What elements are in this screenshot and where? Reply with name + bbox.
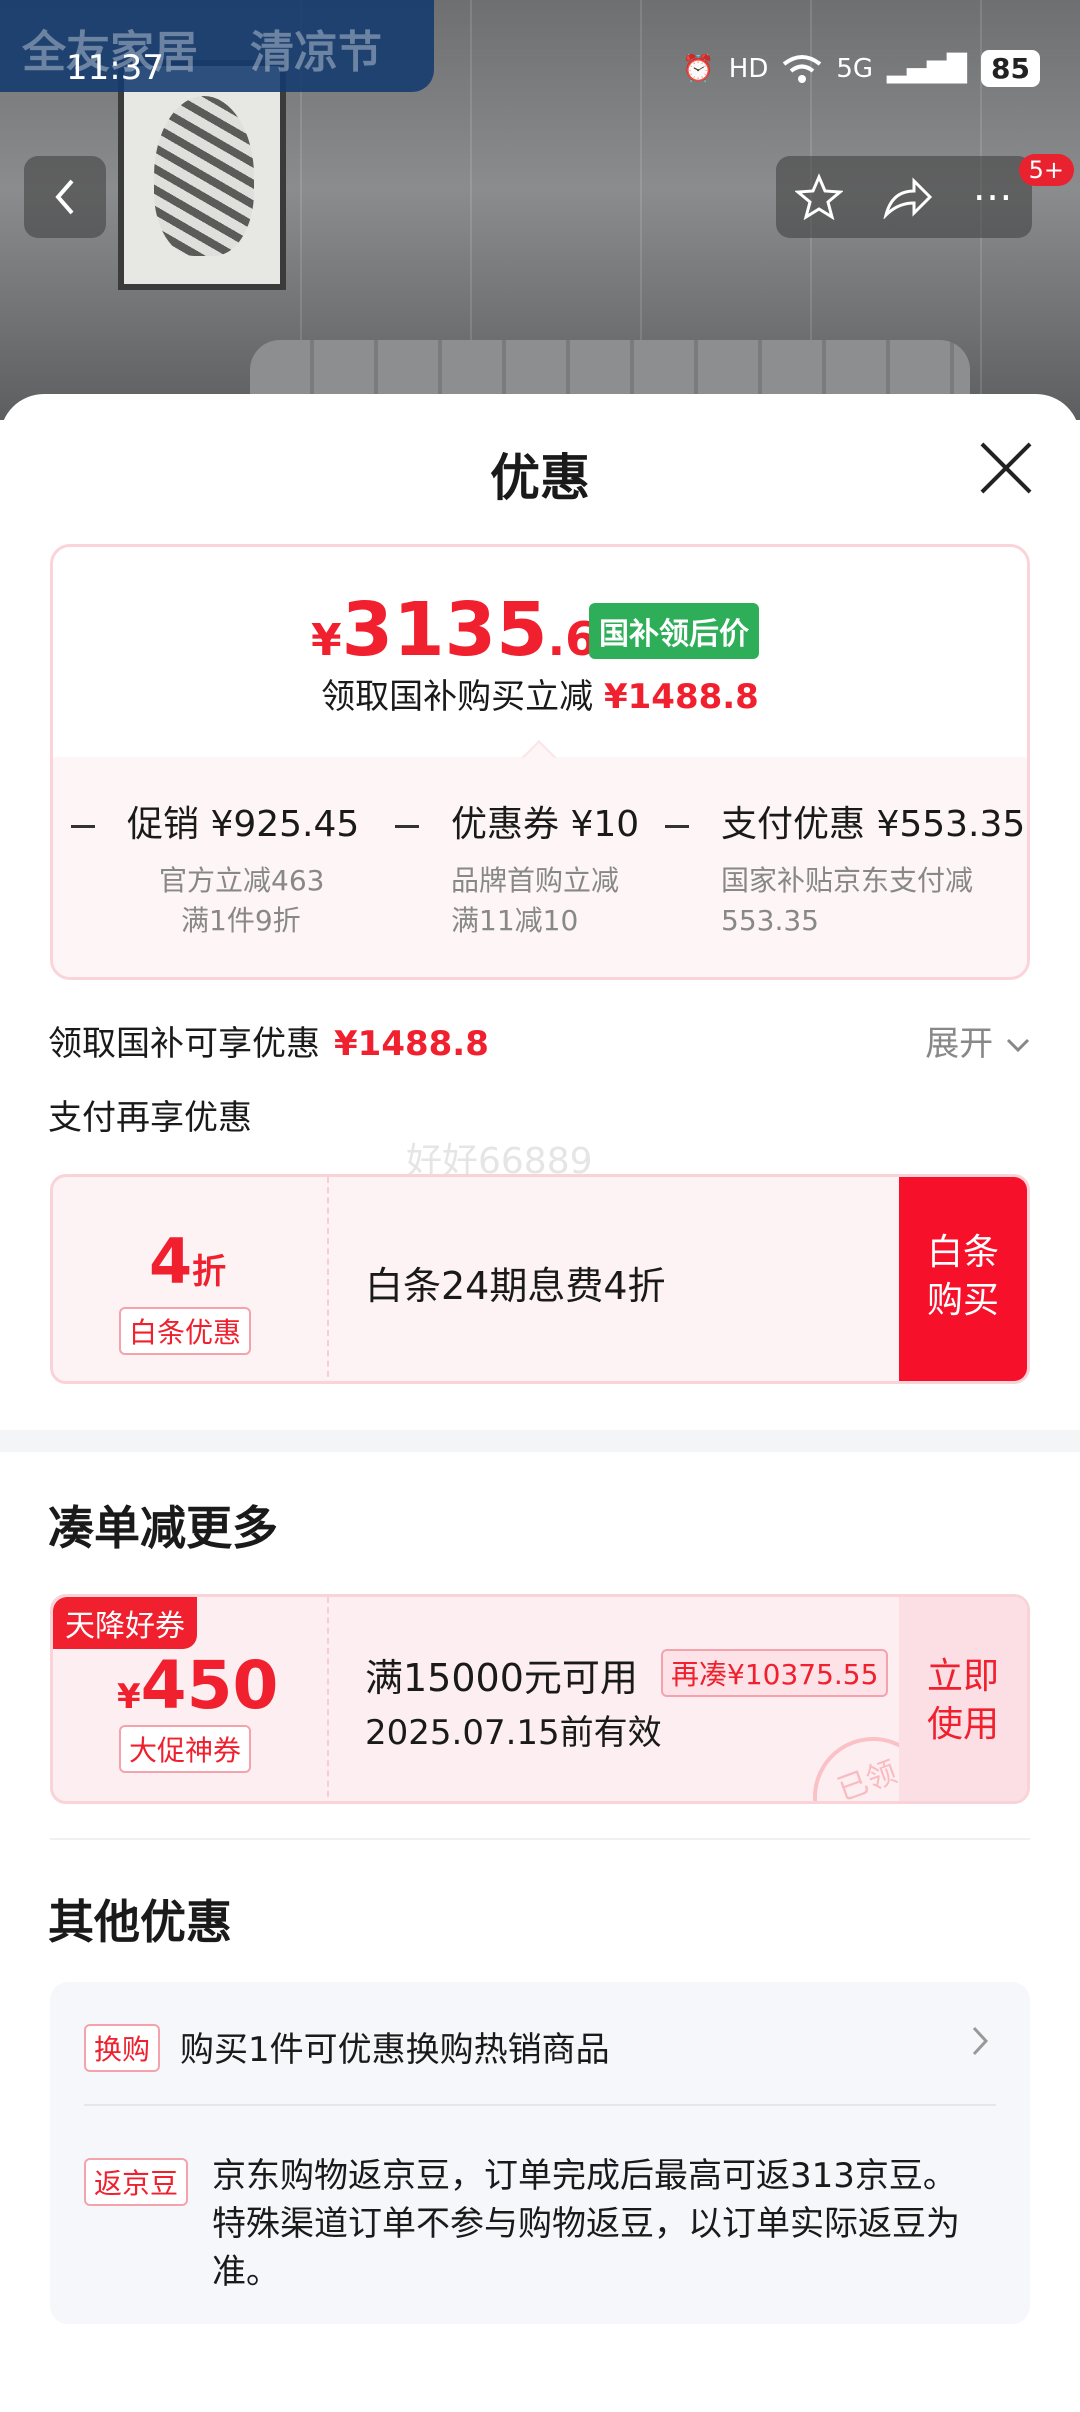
status-icons: ⏰ HD 5G ▂▄▆█ 85 bbox=[682, 50, 1040, 87]
sheet-title: 优惠 bbox=[490, 449, 590, 507]
enjoy-row: 领取国补可享优惠 ¥1488.8 bbox=[48, 1016, 489, 1065]
chevron-down-icon bbox=[1006, 1038, 1030, 1052]
coupon-need-more: 再凑¥10375.55 bbox=[661, 1649, 889, 1697]
baitiao-discount-num: 4 bbox=[149, 1225, 193, 1298]
coupon-sub1: 品牌首购立减 bbox=[451, 864, 620, 897]
divider bbox=[50, 1838, 1030, 1840]
coupon-value: 450 bbox=[140, 1647, 279, 1724]
back-button[interactable] bbox=[24, 156, 106, 238]
coupon-valid-date: 2025.07.15前有效 bbox=[365, 1713, 662, 1753]
close-icon[interactable] bbox=[978, 440, 1034, 496]
top-actions: ⋯ bbox=[776, 156, 1032, 238]
price-currency: ¥ bbox=[311, 615, 342, 666]
use-coupon-button[interactable]: 立即 使用 bbox=[899, 1597, 1027, 1801]
alarm-icon: ⏰ bbox=[682, 53, 715, 84]
promo-sub1: 官方立减463 bbox=[159, 864, 325, 897]
wall-frame bbox=[118, 60, 286, 290]
baitiao-tag: 白条优惠 bbox=[119, 1307, 252, 1355]
subsidy-text: 领取国补购买立减 bbox=[321, 677, 594, 717]
coupon-left: 天降好券 ¥450 大促神券 bbox=[53, 1597, 329, 1801]
use-coupon-label: 立即 使用 bbox=[926, 1656, 999, 1745]
payment-sub2: 553.35 bbox=[721, 904, 819, 937]
signal-icon-2: ▂▄▆█ bbox=[887, 53, 968, 84]
share-icon[interactable] bbox=[882, 175, 934, 219]
baitiao-buy-button[interactable]: 白条 购买 bbox=[899, 1177, 1027, 1381]
expand-toggle[interactable]: 展开 bbox=[925, 1016, 1032, 1065]
subsidy-amount: ¥1488.8 bbox=[603, 677, 759, 717]
breakdown-payment: 支付优惠 ¥553.35 国家补贴京东支付减 553.35 bbox=[665, 795, 1025, 941]
exchange-tag: 换购 bbox=[84, 2024, 161, 2072]
baitiao-buy-label: 白条 购买 bbox=[926, 1232, 999, 1321]
coupon-sub2: 满11减10 bbox=[451, 904, 579, 937]
expand-label: 展开 bbox=[925, 1024, 994, 1064]
subsidy-line: 领取国补购买立减 ¥1488.8 bbox=[53, 669, 1027, 718]
coupon-flag: 天降好券 bbox=[53, 1597, 197, 1649]
more-icon[interactable]: ⋯ bbox=[973, 174, 1013, 220]
payment-sub1: 国家补贴京东支付减 bbox=[721, 864, 974, 897]
coupon-label: 优惠券 ¥10 bbox=[451, 804, 640, 845]
price-integer: 3135 bbox=[341, 587, 548, 673]
event-name: 清凉节 bbox=[250, 27, 382, 78]
enjoy-label: 领取国补可享优惠 bbox=[48, 1024, 320, 1064]
offers-divider bbox=[84, 2104, 996, 2106]
section-separator bbox=[0, 1430, 1080, 1452]
chevron-left-icon bbox=[55, 179, 74, 215]
baitiao-discount-unit: 折 bbox=[192, 1252, 227, 1292]
coupon-tag: 大促神券 bbox=[119, 1725, 252, 1773]
coupon-condition: 满15000元可用 bbox=[365, 1656, 638, 1700]
other-title: 其他优惠 bbox=[48, 1895, 232, 1949]
exchange-text: 购买1件可优惠换购热销商品 bbox=[180, 2030, 610, 2070]
final-price: ¥3135.65 bbox=[311, 587, 629, 673]
wifi-icon bbox=[782, 53, 822, 84]
breakdown-promo: 促销 ¥925.45 官方立减463 满1件9折 bbox=[71, 795, 359, 941]
promo-sub2: 满1件9折 bbox=[181, 904, 301, 937]
favorite-icon[interactable] bbox=[795, 173, 844, 221]
breakdown-coupon: 优惠券 ¥10 品牌首购立减 满11减10 bbox=[395, 795, 639, 941]
cart-badge: 5+ bbox=[1018, 154, 1074, 186]
baitiao-left: 4折 白条优惠 bbox=[53, 1177, 329, 1381]
hd-icon: HD bbox=[728, 53, 769, 84]
bundle-title: 凑单减更多 bbox=[48, 1501, 278, 1555]
battery-icon: 85 bbox=[981, 50, 1040, 87]
jingdou-text: 京东购物返京豆，订单完成后最高可返313京豆。特殊渠道订单不参与购物返豆，以订单… bbox=[212, 2156, 960, 2292]
baitiao-discount: 4折 bbox=[149, 1225, 226, 1298]
coupon-amount: ¥450 bbox=[117, 1647, 278, 1724]
promo-label: 促销 ¥925.45 bbox=[127, 804, 360, 845]
baitiao-desc: 白条24期息费4折 bbox=[365, 1264, 666, 1308]
pay-again-label: 支付再享优惠 bbox=[48, 1098, 252, 1138]
subsidy-price-tag: 国补领后价 bbox=[589, 603, 759, 659]
status-time: 11:37 bbox=[66, 48, 164, 88]
chevron-right-icon bbox=[970, 2016, 990, 2062]
other-offers-card: 换购 购买1件可优惠换购热销商品 返京豆 京东购物返京豆，订单完成后最高可返31… bbox=[50, 1982, 1030, 2324]
jingdou-tag: 返京豆 bbox=[84, 2158, 189, 2206]
payment-label: 支付优惠 ¥553.35 bbox=[721, 804, 1026, 845]
signal-icon: 5G bbox=[836, 53, 874, 84]
discount-sheet: 优惠 ¥3135.65 国补领后价 领取国补购买立减 ¥1488.8 促销 ¥9… bbox=[0, 394, 1080, 2412]
price-summary-card: ¥3135.65 国补领后价 领取国补购买立减 ¥1488.8 促销 ¥925.… bbox=[50, 544, 1030, 980]
coupon-card: 天降好券 ¥450 大促神券 满15000元可用 再凑¥10375.55 202… bbox=[50, 1594, 1030, 1804]
coupon-currency: ¥ bbox=[117, 1677, 141, 1717]
enjoy-amount: ¥1488.8 bbox=[334, 1024, 489, 1064]
baitiao-offer: 4折 白条优惠 白条24期息费4折 白条 购买 bbox=[50, 1174, 1030, 1384]
